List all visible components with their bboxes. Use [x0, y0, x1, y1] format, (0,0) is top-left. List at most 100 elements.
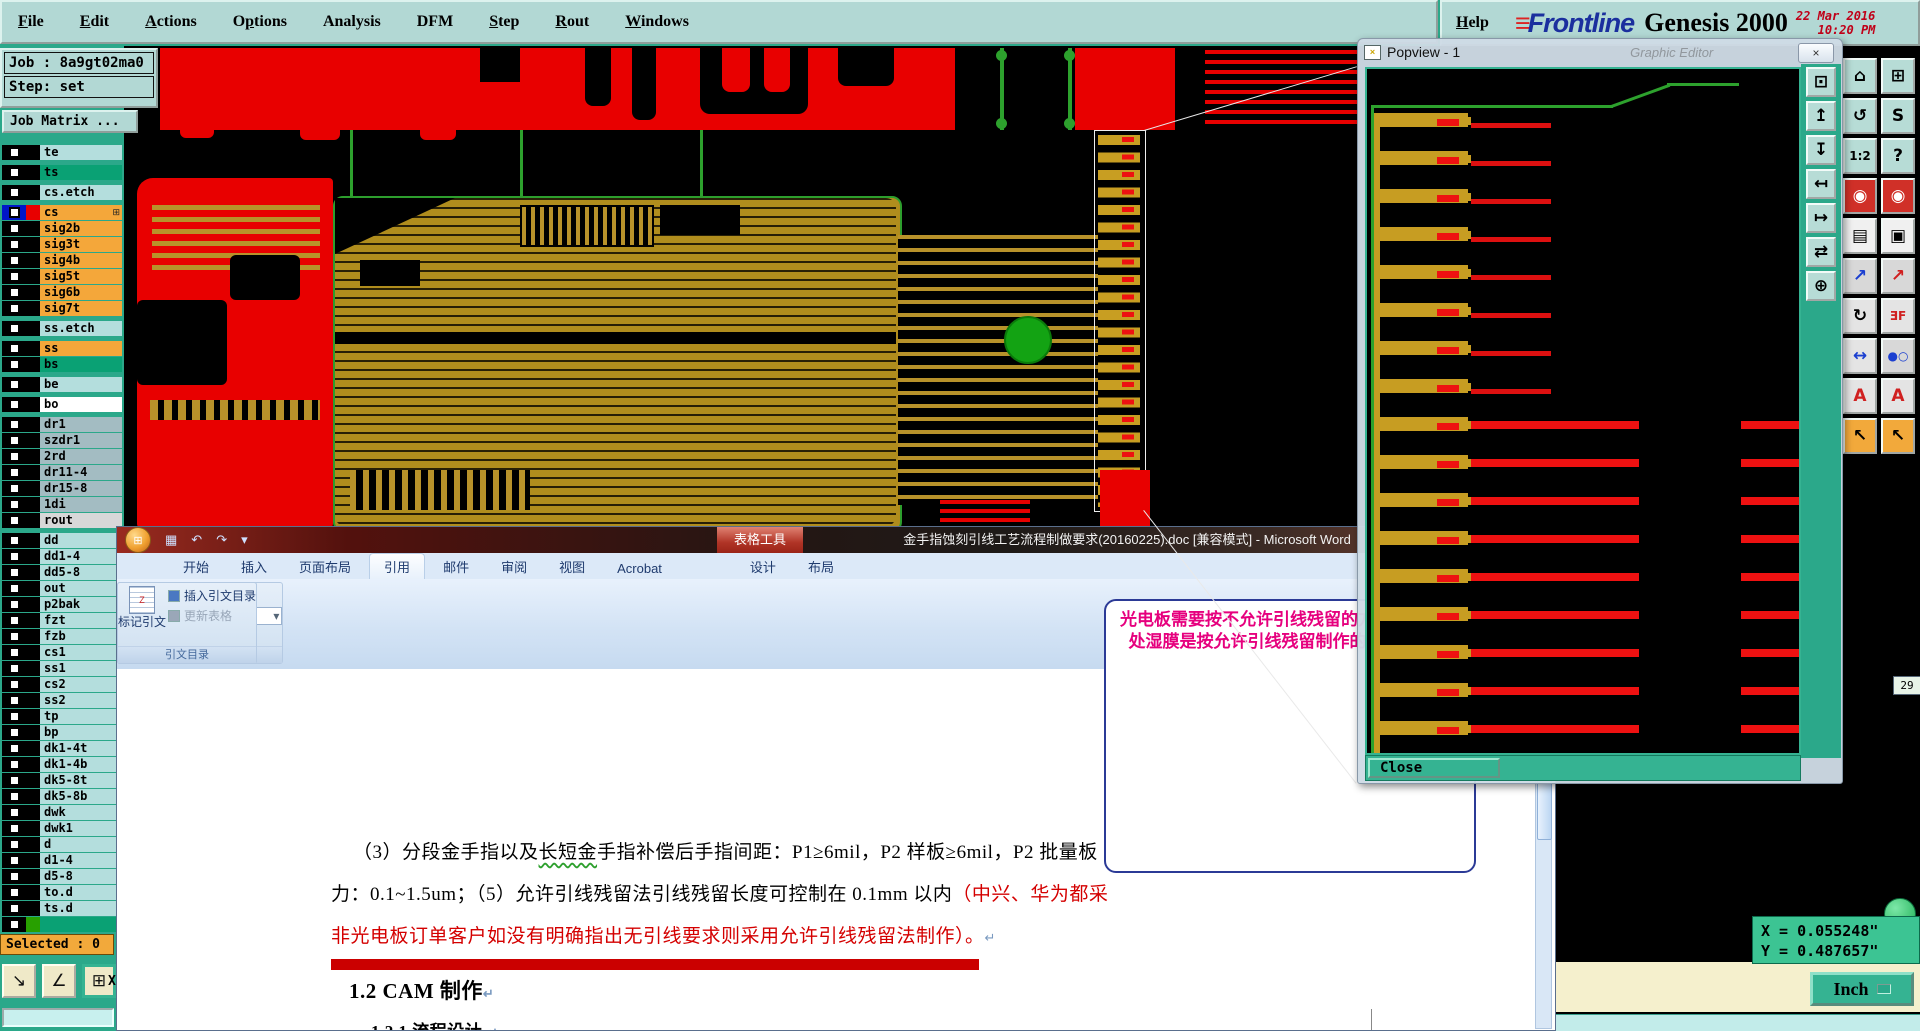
net-panel-button[interactable]: ◉ [1843, 178, 1877, 214]
layer-row[interactable]: be [2, 377, 122, 392]
layer-checkbox[interactable] [2, 789, 26, 804]
menu-item[interactable]: Actions [145, 13, 197, 31]
layer-checkbox[interactable] [2, 513, 26, 528]
step-rout-button[interactable]: S [1881, 98, 1915, 134]
layer-row[interactable]: dwk1 [2, 821, 122, 836]
layer-name[interactable]: cs [40, 205, 122, 220]
layer-checkbox[interactable] [2, 821, 26, 836]
select-button[interactable]: ↖ [1843, 418, 1877, 454]
layer-checkbox[interactable] [2, 549, 26, 564]
layer-row[interactable]: sig6b [2, 285, 122, 300]
layer-row[interactable]: d1-4 [2, 853, 122, 868]
layer-name[interactable]: ts.d [40, 901, 122, 916]
measure-angle-button[interactable]: ∠ [42, 964, 76, 998]
layer-name[interactable]: ss [40, 341, 122, 356]
layer-row[interactable]: ss.etch [2, 321, 122, 336]
layer-row[interactable]: p2bak [2, 597, 122, 612]
layer-row[interactable]: cs2 [2, 677, 122, 692]
ribbon-tab[interactable]: 页面布局 [285, 554, 365, 579]
layer-row[interactable]: dr1 [2, 417, 122, 432]
layer-row[interactable]: fzb [2, 629, 122, 644]
layer-checkbox[interactable] [2, 869, 26, 884]
pad-select-button[interactable]: ▣ [1881, 218, 1915, 254]
menu-item[interactable]: Rout [555, 13, 589, 31]
layer-checkbox[interactable] [2, 417, 26, 432]
layer-name[interactable]: dwk [40, 805, 122, 820]
layer-row[interactable]: dwk [2, 805, 122, 820]
zoom-ratio-button[interactable]: 1:2 [1843, 138, 1877, 174]
popview-pan-up-button[interactable]: ↥ [1806, 101, 1836, 131]
layer-name[interactable]: d1-4 [40, 853, 122, 868]
layer-checkbox[interactable] [2, 253, 26, 268]
layer-row[interactable]: sig4b [2, 253, 122, 268]
layer-name[interactable]: sig7t [40, 301, 122, 316]
layer-row[interactable]: ts.d [2, 901, 122, 916]
layer-name[interactable]: sig2b [40, 221, 122, 236]
layer-checkbox[interactable] [2, 433, 26, 448]
layer-row[interactable]: tp [2, 709, 122, 724]
command-input[interactable] [2, 1008, 114, 1027]
layer-checkbox[interactable] [2, 661, 26, 676]
layer-checkbox[interactable] [2, 613, 26, 628]
layer-checkbox[interactable] [2, 205, 26, 220]
popview-copy-view-button[interactable]: ⊡ [1806, 67, 1836, 97]
layer-name[interactable]: dk1-4b [40, 757, 122, 772]
layer-checkbox[interactable] [2, 165, 26, 180]
layer-name[interactable]: szdr1 [40, 433, 122, 448]
layer-checkbox[interactable] [2, 725, 26, 740]
layer-checkbox[interactable] [2, 629, 26, 644]
layer-checkbox[interactable] [2, 901, 26, 916]
layer-name[interactable]: dd [40, 533, 122, 548]
layer-checkbox[interactable] [2, 357, 26, 372]
undo-button[interactable]: ↺ [1843, 98, 1877, 134]
popview-close-button[interactable]: Close [1368, 758, 1500, 778]
layer-checkbox[interactable] [2, 185, 26, 200]
layer-row[interactable]: ts [2, 165, 122, 180]
ribbon-tab[interactable]: 布局 [794, 554, 848, 579]
ribbon-tab[interactable]: 引用 [369, 553, 426, 579]
layer-checkbox[interactable] [2, 709, 26, 724]
layer-name[interactable]: dwk1 [40, 821, 122, 836]
layer-name[interactable]: sig6b [40, 285, 122, 300]
popview-pan-down-button[interactable]: ↧ [1806, 135, 1836, 165]
layer-name[interactable]: to.d [40, 885, 122, 900]
layer-checkbox[interactable] [2, 597, 26, 612]
layer-row[interactable]: ss2 [2, 693, 122, 708]
tile-xy-button[interactable]: ⊞ [1881, 58, 1915, 94]
layer-checkbox[interactable] [2, 285, 26, 300]
layer-row[interactable]: dk5-8t [2, 773, 122, 788]
layer-checkbox[interactable] [2, 397, 26, 412]
layer-row[interactable]: out [2, 581, 122, 596]
layer-row[interactable]: ss [2, 341, 122, 356]
text-height-button[interactable]: A [1843, 378, 1877, 414]
layer-checkbox[interactable] [2, 497, 26, 512]
ribbon-tab[interactable]: Acrobat [603, 558, 676, 579]
layer-name[interactable]: dr15-8 [40, 481, 122, 496]
menu-item[interactable]: DFM [417, 13, 453, 31]
layer-row[interactable]: dk5-8b [2, 789, 122, 804]
layer-checkbox[interactable] [2, 757, 26, 772]
ribbon-tab[interactable]: 开始 [169, 554, 223, 579]
layer-checkbox[interactable] [2, 677, 26, 692]
layer-checkbox[interactable] [2, 145, 26, 160]
layer-name[interactable]: dd5-8 [40, 565, 122, 580]
ribbon-tab[interactable]: 视图 [545, 554, 599, 579]
layer-name[interactable]: dr1 [40, 417, 122, 432]
ribbon-tab[interactable]: 审阅 [487, 554, 541, 579]
layer-row[interactable]: cs1 [2, 645, 122, 660]
save-icon[interactable]: ▦ [165, 532, 177, 548]
layer-name[interactable]: 2rd [40, 449, 122, 464]
layer-checkbox[interactable] [2, 465, 26, 480]
layer-row[interactable]: dk1-4b [2, 757, 122, 772]
layer-row[interactable]: cs ⊞ [2, 205, 122, 220]
menu-item[interactable]: File [18, 13, 44, 31]
layer-row[interactable]: 2rd [2, 449, 122, 464]
ribbon-button[interactable]: 插入引文目录 ▾ [166, 587, 256, 604]
layer-row[interactable]: dd5-8 [2, 565, 122, 580]
measure-distance-button[interactable]: ↔ [1843, 338, 1877, 374]
layer-name[interactable]: cs.etch [40, 185, 122, 200]
layer-row[interactable]: sig7t [2, 301, 122, 316]
home-button[interactable]: ⌂ [1843, 58, 1877, 94]
layer-name[interactable]: sig3t [40, 237, 122, 252]
ribbon-tab[interactable]: 邮件 [429, 554, 483, 579]
